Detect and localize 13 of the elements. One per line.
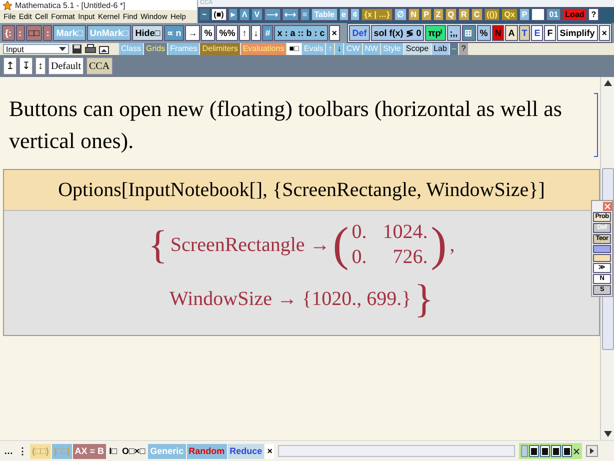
output-text: { (148, 223, 168, 267)
matrix-cell: 0. (352, 246, 367, 269)
window-title: Mathematica 5.1 - [Untitled-6 *] (15, 0, 126, 10)
output-text: , (450, 234, 455, 256)
output-text: ScreenRectangle → (170, 234, 330, 256)
matrix-cell-text: 726. (392, 246, 428, 269)
output-text: } (414, 277, 434, 321)
output-text: ( (332, 219, 349, 271)
output-text: ) (430, 219, 447, 271)
matrix-cell: 0. (352, 221, 367, 244)
output-text: WindowSize → {1020., 699.} (170, 288, 412, 310)
matrix-cell: 1024. (382, 221, 428, 244)
text-cell-text: Buttons can open new (floating) toolbars (horizontal as well as vertical ones). (9, 95, 563, 155)
